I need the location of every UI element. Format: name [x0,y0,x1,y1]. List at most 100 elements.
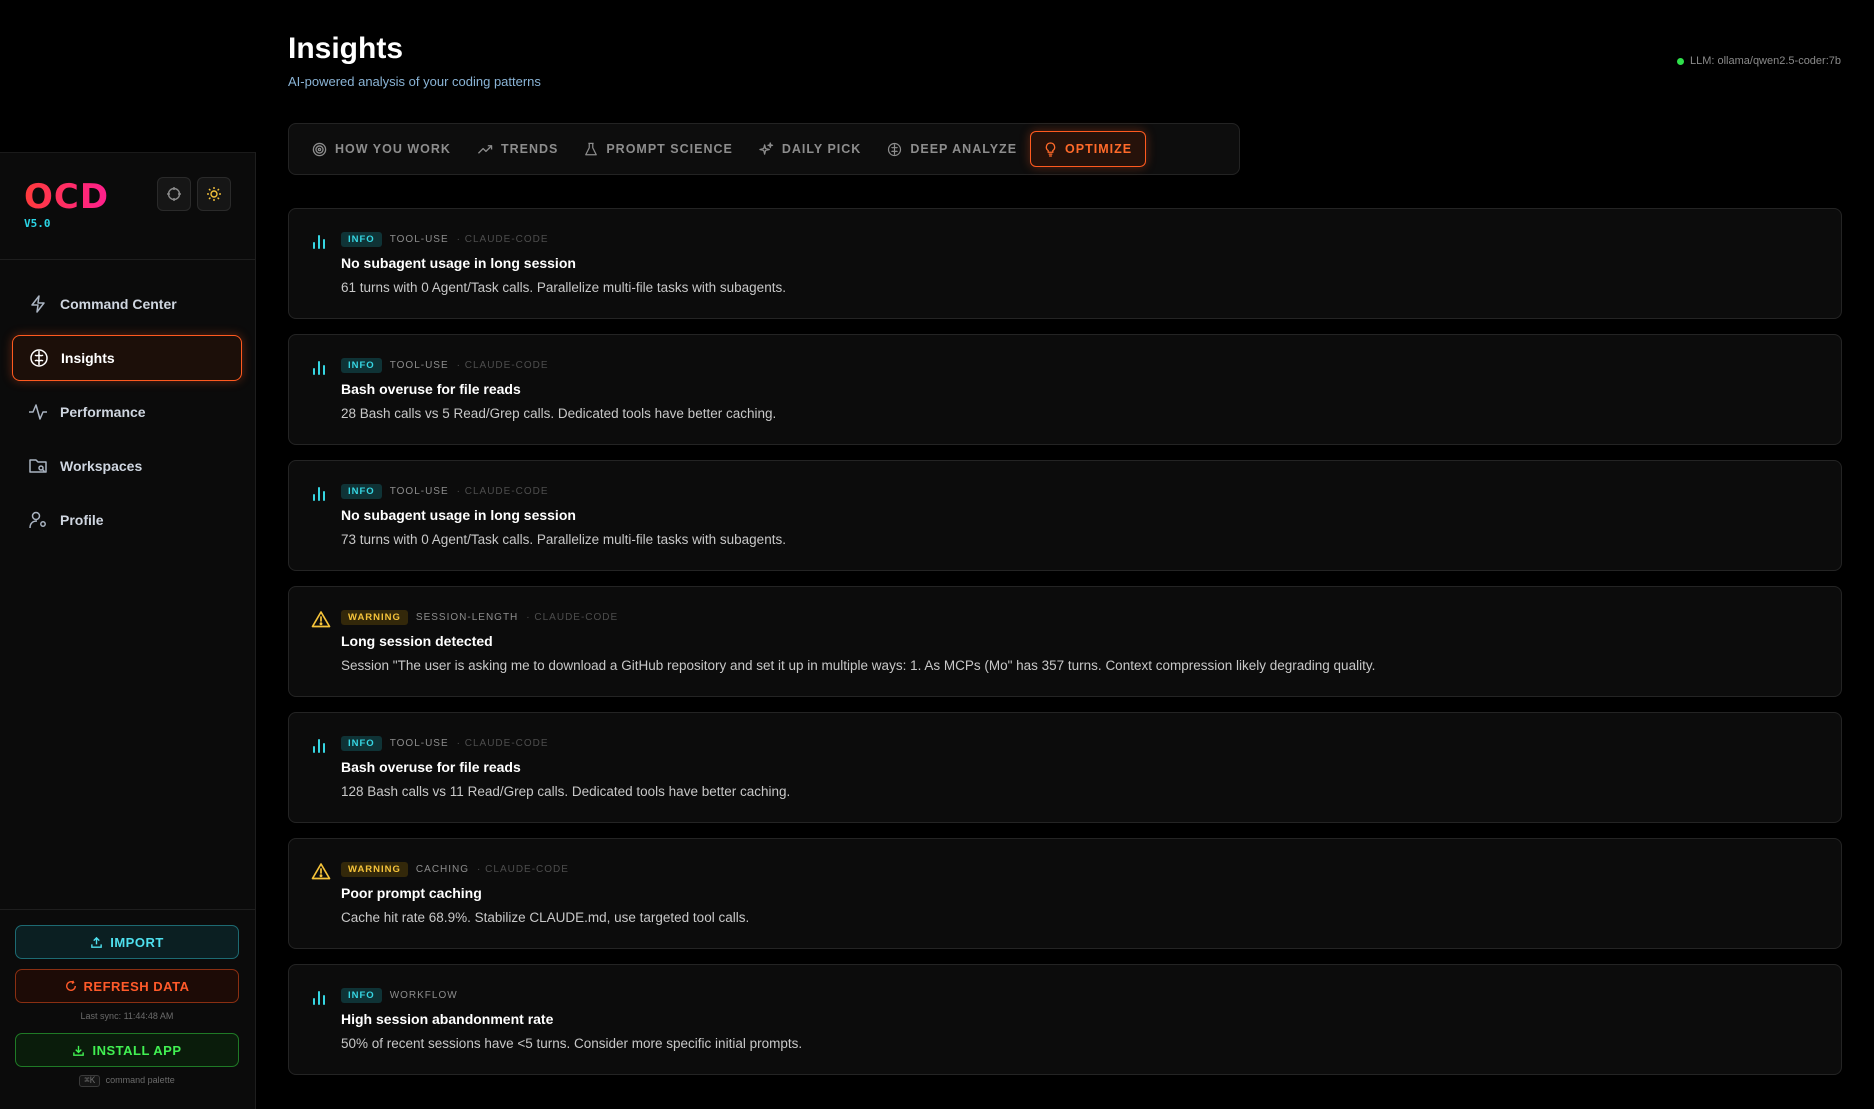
insight-card[interactable]: INFO TOOL-USE · CLAUDE-CODE No subagent usa… [288,208,1842,319]
insight-card[interactable]: INFO WORKFLOW High session abandonment rat… [288,964,1842,1075]
user-cog-icon [29,511,46,529]
activity-icon [29,404,47,420]
warning-icon-wrap [311,862,331,885]
info-icon-wrap [311,736,329,759]
insight-category: CACHING [415,863,470,875]
upload-icon [91,936,103,948]
logo-text: OCD [24,177,110,217]
sidebar-item-label: Performance [60,404,146,420]
tab-deep-analyze[interactable]: DEEP ANALYZE [874,131,1030,167]
severity-badge: INFO [341,231,382,247]
insight-meta: WARNING CACHING · CLAUDE-CODE [341,861,1821,877]
insight-source: · CLAUDE-CODE [456,233,549,245]
severity-badge: INFO [341,483,382,499]
insight-list: INFO TOOL-USE · CLAUDE-CODE No subagent usa… [288,208,1842,1090]
insight-source: · CLAUDE-CODE [526,611,619,623]
severity-badge: WARNING [341,609,408,625]
sparkles-icon [759,141,774,155]
insight-title: Poor prompt caching [341,885,482,901]
install-app-button[interactable]: INSTALL APP [15,1033,239,1067]
insight-description: 28 Bash calls vs 5 Read/Grep calls. Dedi… [341,406,777,421]
tab-optimize[interactable]: OPTIMIZE [1030,131,1147,167]
info-icon-wrap [311,484,329,507]
insight-body: INFO WORKFLOW High session abandonment rat… [341,987,1821,1051]
folder-icon [29,459,47,473]
insight-category: WORKFLOW [389,989,458,1001]
insight-category: TOOL-USE [389,359,449,371]
insight-meta: WARNING SESSION-LENGTH · CLAUDE-CODE [341,609,1821,625]
page-subtitle: AI-powered analysis of your coding patte… [288,74,541,89]
insight-description: 128 Bash calls vs 11 Read/Grep calls. De… [341,784,791,799]
insight-body: WARNING CACHING · CLAUDE-CODE Poor prompt c… [341,861,1821,925]
refresh-icon [65,980,76,991]
insight-meta: INFO TOOL-USE · CLAUDE-CODE [341,357,1821,373]
insight-description: Session "The user is asking me to downlo… [341,658,1376,673]
warning-icon [311,863,331,880]
tab-label: PROMPT SCIENCE [606,142,733,156]
sidebar-item-workspaces[interactable]: Workspaces [12,443,242,489]
insight-body: INFO TOOL-USE · CLAUDE-CODE No subagent usa… [341,483,1821,547]
insight-source: · CLAUDE-CODE [456,737,549,749]
insight-title: Bash overuse for file reads [341,381,521,397]
sidebar-divider [0,909,255,910]
bar-chart-icon [313,739,325,753]
theme-toggle-button[interactable] [197,177,231,211]
sidebar-item-profile[interactable]: Profile [12,497,242,543]
refresh-data-button[interactable]: REFRESH DATA [15,969,239,1003]
llm-status: LLM: ollama/qwen2.5-coder:7b [1676,55,1841,67]
sun-icon [207,187,221,201]
tab-trends[interactable]: TRENDS [464,131,571,167]
sidebar-item-performance[interactable]: Performance [12,389,242,435]
keyboard-shortcut: ⌘K [79,1075,101,1087]
insight-source: · CLAUDE-CODE [477,863,569,875]
severity-badge: INFO [341,357,382,373]
sidebar-nav: Command Center Insights Performance Work… [12,281,242,551]
sidebar-divider [0,259,255,260]
insight-tabs: HOW YOU WORK TRENDS PROMPT SCIENCE DAILY… [288,123,1240,175]
import-label: IMPORT [110,934,164,950]
bar-chart-icon [313,235,325,249]
insight-card[interactable]: INFO TOOL-USE · CLAUDE-CODE Bash overuse fo… [288,334,1842,445]
bar-chart-icon [313,991,325,1005]
flask-icon [585,142,598,155]
severity-badge: INFO [341,987,382,1003]
bar-chart-icon [313,487,325,501]
command-palette-label: command palette [105,1075,175,1085]
insight-category: TOOL-USE [389,233,449,245]
insight-description: 50% of recent sessions have <5 turns. Co… [341,1036,803,1051]
insight-card[interactable]: INFO TOOL-USE · CLAUDE-CODE Bash overuse fo… [288,712,1842,823]
refresh-label: REFRESH DATA [83,978,190,994]
insight-card[interactable]: WARNING CACHING · CLAUDE-CODE Poor prompt c… [288,838,1842,949]
insight-card[interactable]: WARNING SESSION-LENGTH · CLAUDE-CODE Long s… [288,586,1842,697]
insight-body: INFO TOOL-USE · CLAUDE-CODE No subagent usa… [341,231,1821,295]
crosshair-button[interactable] [157,177,191,211]
insight-description: 61 turns with 0 Agent/Task calls. Parall… [341,280,786,295]
warning-icon [311,611,331,628]
tab-how-you-work[interactable]: HOW YOU WORK [299,131,464,167]
page-title: Insights [288,32,404,65]
tab-label: DEEP ANALYZE [910,142,1018,156]
status-dot-icon [1676,57,1684,65]
insight-card[interactable]: INFO TOOL-USE · CLAUDE-CODE No subagent usa… [288,460,1842,571]
insight-category: TOOL-USE [389,737,449,749]
severity-badge: INFO [341,735,382,751]
tab-label: HOW YOU WORK [335,142,451,156]
insight-body: INFO TOOL-USE · CLAUDE-CODE Bash overuse fo… [341,735,1821,799]
tab-prompt-science[interactable]: PROMPT SCIENCE [571,131,746,167]
insight-description: 73 turns with 0 Agent/Task calls. Parall… [341,532,786,547]
trend-up-icon [477,144,493,154]
tab-label: DAILY PICK [781,142,862,156]
llm-status-label: LLM: ollama/qwen2.5-coder:7b [1689,55,1841,67]
import-button[interactable]: IMPORT [15,925,239,959]
insight-body: WARNING SESSION-LENGTH · CLAUDE-CODE Long s… [341,609,1821,673]
download-icon [73,1045,85,1056]
insight-source: · CLAUDE-CODE [456,485,549,497]
insight-title: Long session detected [341,633,493,649]
sidebar-item-insights[interactable]: Insights [12,335,242,381]
info-icon-wrap [311,988,329,1011]
insight-category: SESSION-LENGTH [415,611,519,623]
sidebar-item-command-center[interactable]: Command Center [12,281,242,327]
version-label: V5.0 [24,217,51,230]
tab-daily-pick[interactable]: DAILY PICK [746,131,874,167]
insight-title: No subagent usage in long session [341,507,576,523]
